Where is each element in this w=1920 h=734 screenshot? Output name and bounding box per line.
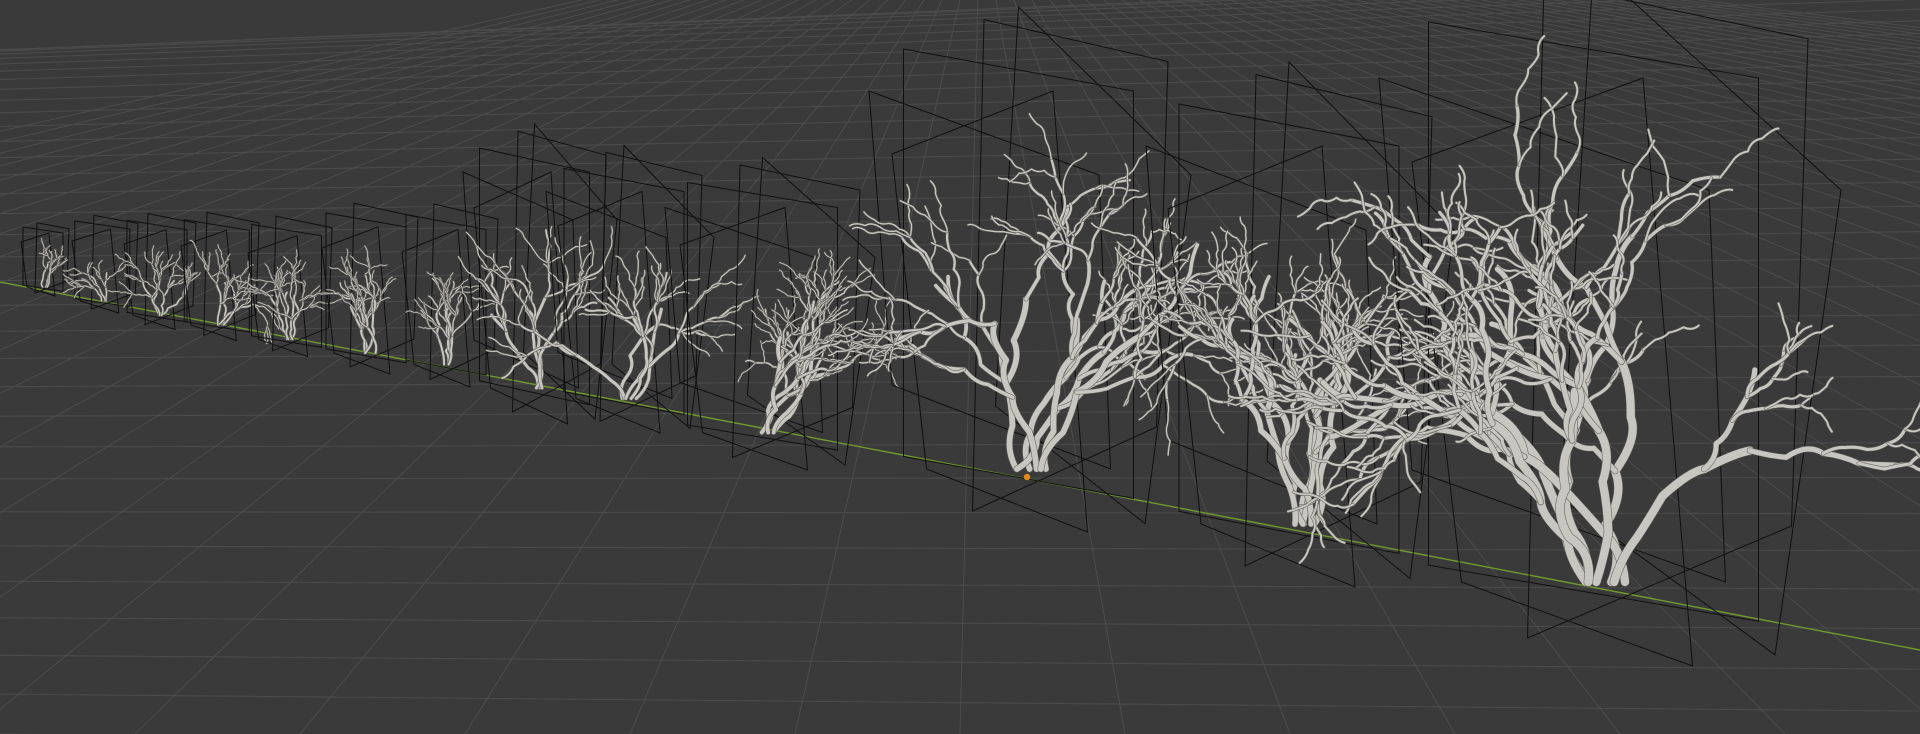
3d-viewport[interactable] [0, 0, 1920, 734]
object-origin-marker [1023, 473, 1031, 481]
viewport-scene[interactable] [0, 0, 1920, 734]
